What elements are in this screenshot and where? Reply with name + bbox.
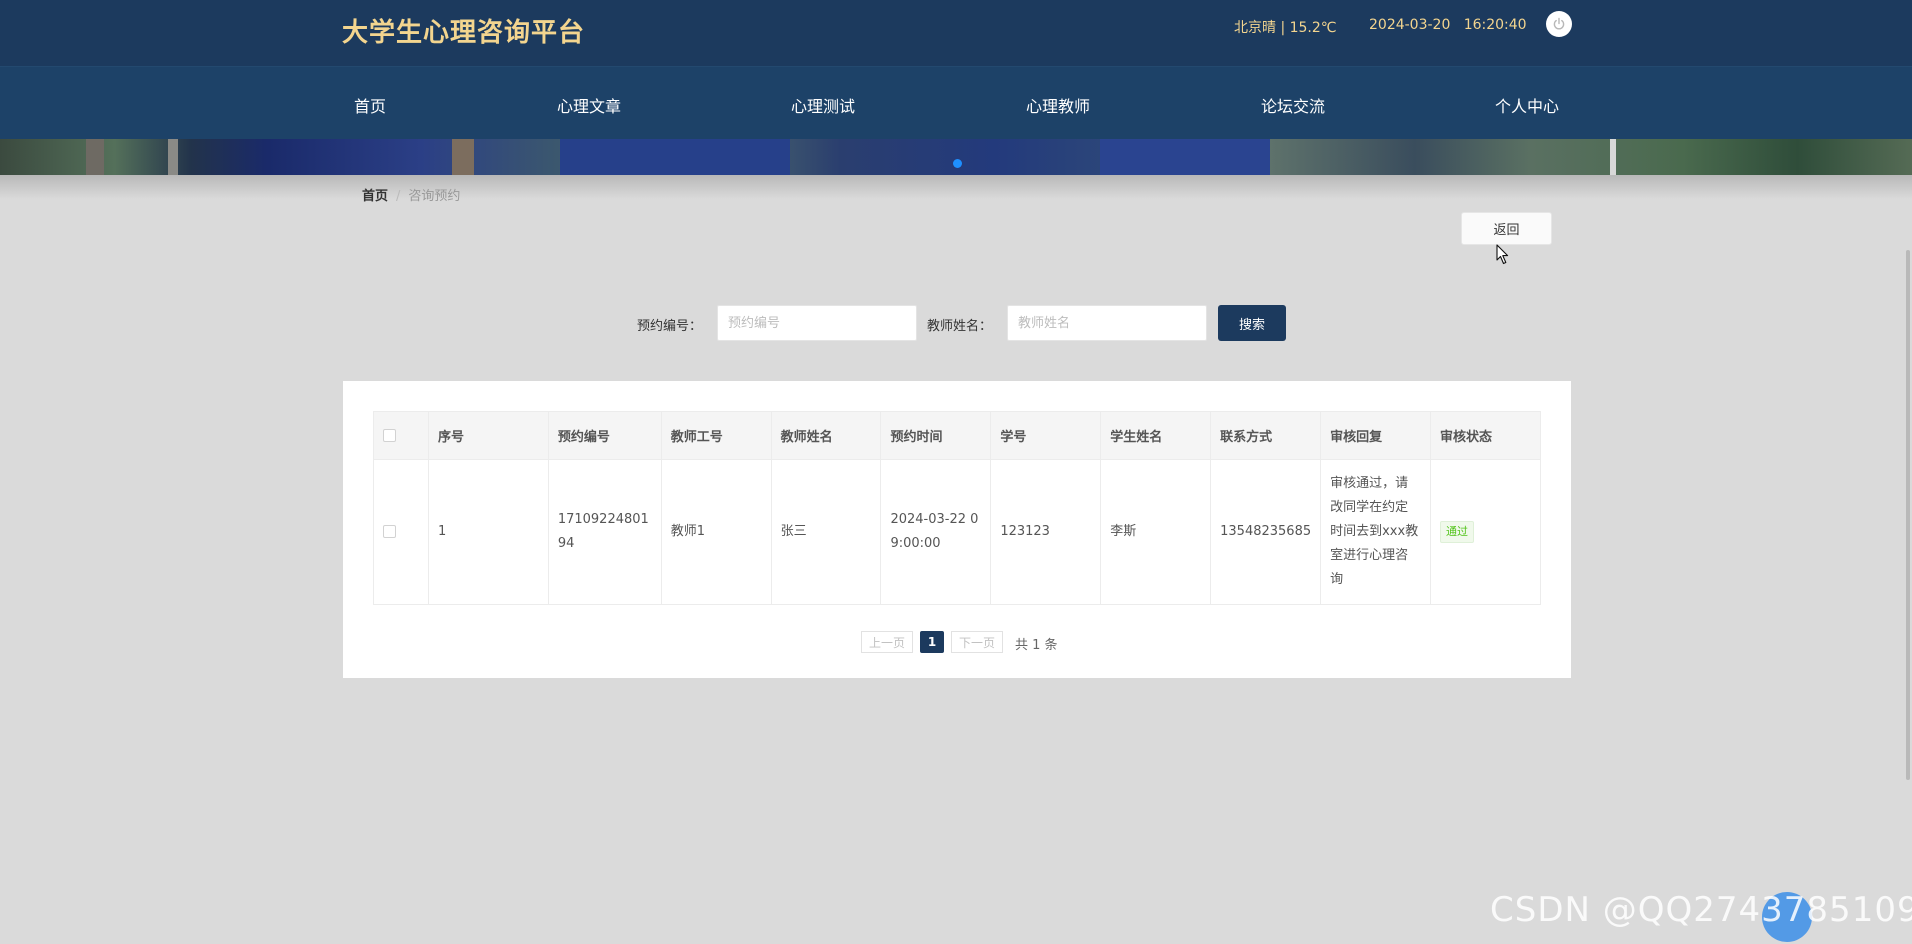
- col-review-status: 审核状态: [1430, 411, 1541, 460]
- breadcrumb-current: 咨询预约: [408, 189, 461, 204]
- banner-decor: [168, 139, 178, 175]
- next-page-button[interactable]: 下一页: [951, 631, 1003, 653]
- col-teacher-id: 教师工号: [660, 411, 772, 460]
- banner-decor: [1100, 139, 1270, 175]
- watermark: CSDN @QQ2743785109: [1490, 890, 1912, 930]
- top-header: 大学生心理咨询平台 北京晴 | 15.2℃ 2024-03-20 16:20:4…: [0, 0, 1912, 66]
- banner-decor: [560, 139, 790, 175]
- table-card: 序号 预约编号 教师工号 教师姓名 预约时间 学号 学生姓名 联系方式 审核回复…: [343, 381, 1571, 678]
- current-datetime: 2024-03-20 16:20:40: [1369, 17, 1527, 33]
- page-scrollbar[interactable]: [1906, 250, 1910, 780]
- cell-student-name: 李斯: [1100, 459, 1212, 605]
- current-page[interactable]: 1: [920, 631, 944, 653]
- breadcrumb: 首页 / 咨询预约: [362, 185, 460, 204]
- weather-info: 北京晴 | 15.2℃: [1234, 20, 1337, 36]
- booking-no-label: 预约编号：: [637, 319, 703, 334]
- cell-teacher-name: 张三: [770, 459, 882, 605]
- booking-table: 序号 预约编号 教师工号 教师姓名 预约时间 学号 学生姓名 联系方式 审核回复…: [373, 411, 1541, 605]
- col-contact: 联系方式: [1210, 411, 1322, 460]
- mouse-cursor-icon: [1496, 244, 1509, 265]
- main-nav: 首页 心理文章 心理测试 心理教师 论坛交流 个人中心: [0, 66, 1912, 139]
- carousel-indicator-dot[interactable]: [953, 159, 962, 168]
- col-index: 序号: [427, 411, 549, 460]
- teacher-name-label: 教师姓名：: [927, 319, 993, 334]
- cell-teacher-id: 教师1: [660, 459, 772, 605]
- breadcrumb-separator: /: [396, 189, 401, 204]
- back-button[interactable]: 返回: [1461, 212, 1552, 245]
- table-row: 1 1710922480194 教师1 张三 2024-03-22 09:00:…: [373, 459, 1541, 605]
- col-student-name: 学生姓名: [1100, 411, 1212, 460]
- col-teacher-name: 教师姓名: [770, 411, 882, 460]
- banner-carousel: [0, 139, 1912, 175]
- col-booking-no: 预约编号: [547, 411, 662, 460]
- breadcrumb-home[interactable]: 首页: [362, 189, 388, 204]
- cell-booking-no: 1710922480194: [547, 459, 662, 605]
- nav-item-profile[interactable]: 个人中心: [1495, 93, 1559, 117]
- cell-student-no: 123123: [990, 459, 1102, 605]
- row-select-cell: [373, 459, 429, 605]
- select-all-checkbox[interactable]: [383, 429, 396, 442]
- search-button[interactable]: 搜索: [1218, 305, 1286, 341]
- col-booking-time: 预约时间: [880, 411, 992, 460]
- cell-booking-time: 2024-03-22 09:00:00: [880, 459, 992, 605]
- cell-review-reply: 审核通过，请改同学在约定时间去到xxx教室进行心理咨询: [1320, 459, 1431, 605]
- banner-decor: [86, 139, 104, 175]
- site-title: 大学生心理咨询平台: [342, 18, 586, 48]
- nav-item-articles[interactable]: 心理文章: [557, 93, 621, 117]
- table-header-row: 序号 预约编号 教师工号 教师姓名 预约时间 学号 学生姓名 联系方式 审核回复…: [373, 411, 1541, 460]
- banner-decor: [1610, 139, 1616, 175]
- row-checkbox[interactable]: [383, 525, 396, 538]
- cell-index: 1: [427, 459, 549, 605]
- status-badge: 通过: [1440, 521, 1474, 543]
- banner-shadow: [0, 175, 1912, 199]
- power-icon: [1553, 17, 1565, 30]
- nav-item-tests[interactable]: 心理测试: [791, 93, 855, 117]
- total-count: 共 1 条: [1015, 638, 1058, 653]
- col-student-no: 学号: [990, 411, 1102, 460]
- banner-decor: [452, 139, 474, 175]
- cell-contact: 13548235685: [1210, 459, 1322, 605]
- cell-review-status: 通过: [1430, 459, 1541, 605]
- prev-page-button[interactable]: 上一页: [861, 631, 913, 653]
- booking-no-input[interactable]: [717, 305, 917, 341]
- nav-item-teachers[interactable]: 心理教师: [1026, 93, 1090, 117]
- nav-item-forum[interactable]: 论坛交流: [1261, 93, 1325, 117]
- logout-button[interactable]: [1546, 11, 1572, 37]
- teacher-name-input[interactable]: [1007, 305, 1207, 341]
- col-review-reply: 审核回复: [1320, 411, 1431, 460]
- nav-item-home[interactable]: 首页: [354, 93, 386, 117]
- select-all-cell: [373, 411, 429, 460]
